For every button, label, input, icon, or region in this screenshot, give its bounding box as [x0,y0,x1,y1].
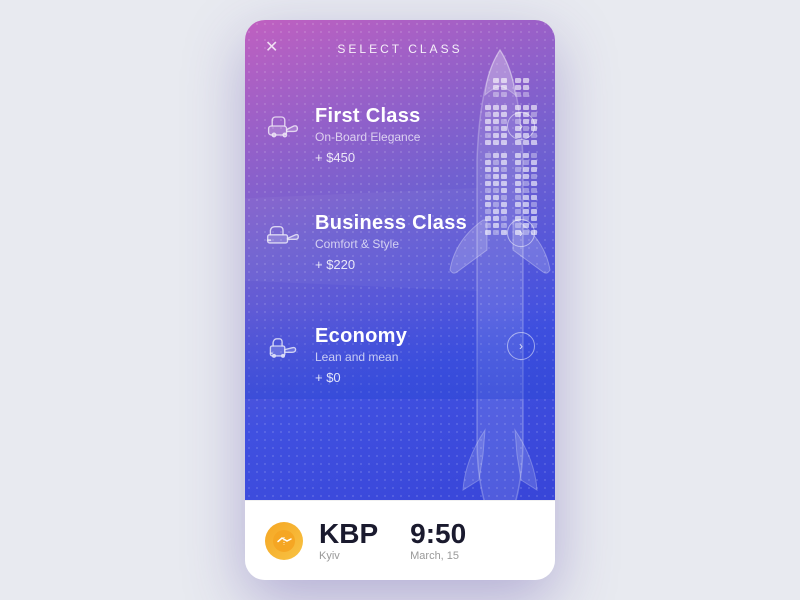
first-class-subtitle: On-Board Elegance [315,130,493,144]
first-class-info: First Class On-Board Elegance + $450 [315,104,493,165]
first-class-arrow[interactable]: › [507,112,535,140]
business-class-info: Business Class Comfort & Style + $220 [315,211,493,272]
classes-container: First Class On-Board Elegance + $450 › [245,66,555,409]
airline-logo [265,522,303,560]
card-footer: KBP Kyiv 9:50 March, 15 [245,500,555,580]
business-class-icon [265,215,301,251]
footer-airport: KBP Kyiv [319,520,378,562]
economy-class-info: Economy Lean and mean + $0 [315,324,493,385]
economy-class-subtitle: Lean and mean [315,350,493,364]
economy-class-name: Economy [315,324,493,348]
business-class-price: + $220 [315,257,493,272]
header-title: SELECT CLASS [337,42,462,56]
business-class-arrow[interactable]: › [507,219,535,247]
economy-class-arrow[interactable]: › [507,332,535,360]
first-class-item[interactable]: First Class On-Board Elegance + $450 › [245,86,555,179]
business-class-name: Business Class [315,211,493,235]
footer-time: 9:50 March, 15 [410,520,466,562]
economy-class-item[interactable]: Economy Lean and mean + $0 › [245,306,555,399]
business-class-item[interactable]: Business Class Comfort & Style + $220 › [245,193,555,286]
airport-city: Kyiv [319,550,378,562]
card-main: ✕ SELECT CLASS [245,20,555,500]
business-class-subtitle: Comfort & Style [315,237,493,251]
airport-code: KBP [319,520,378,548]
select-class-card: ✕ SELECT CLASS [245,20,555,580]
close-button[interactable]: ✕ [265,40,278,56]
header: ✕ SELECT CLASS [245,20,555,66]
first-class-name: First Class [315,104,493,128]
economy-class-icon [265,328,301,364]
economy-class-price: + $0 [315,370,493,385]
first-class-price: + $450 [315,150,493,165]
flight-time: 9:50 [410,520,466,548]
flight-date: March, 15 [410,550,466,562]
first-class-icon [265,108,301,144]
